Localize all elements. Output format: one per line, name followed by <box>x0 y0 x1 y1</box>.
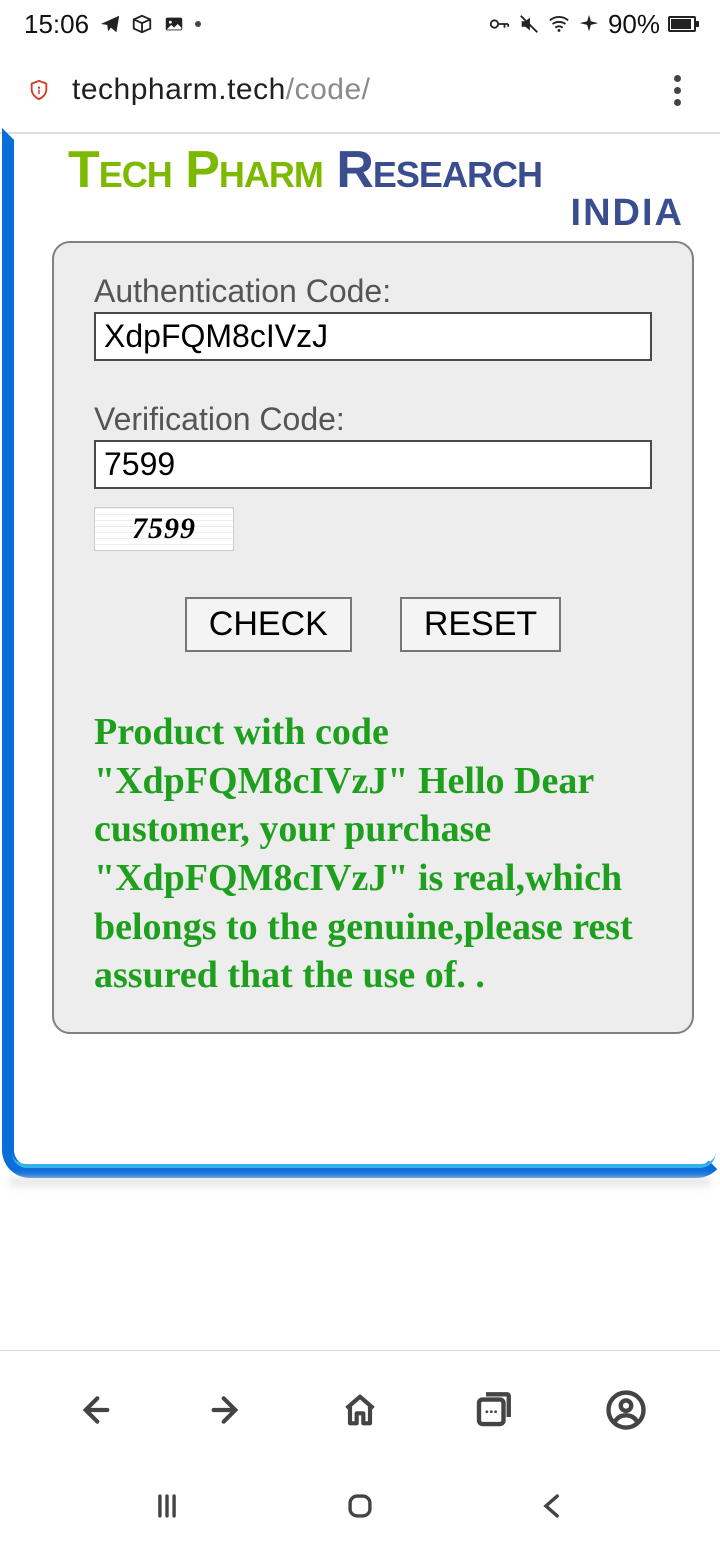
nav-home-button[interactable] <box>336 1386 384 1434</box>
nav-account-button[interactable] <box>602 1386 650 1434</box>
verification-panel: Authentication Code: Verification Code: … <box>52 241 694 1034</box>
url-path: /code/ <box>286 73 371 106</box>
mute-icon <box>518 13 540 35</box>
auth-code-label: Authentication Code: <box>94 273 652 310</box>
image-icon <box>163 13 185 35</box>
nav-back-button[interactable] <box>70 1386 118 1434</box>
status-right-group: 90% <box>488 9 696 40</box>
verification-result-message: Product with code "XdpFQM8cIVzJ" Hello D… <box>94 708 652 1004</box>
battery-icon <box>668 16 696 32</box>
verification-code-input[interactable] <box>94 440 652 489</box>
captcha-image: 7599 <box>94 507 234 551</box>
more-notifications-dot <box>195 21 201 27</box>
android-home-button[interactable] <box>336 1482 384 1530</box>
page-shadow <box>10 1178 710 1190</box>
android-recents-button[interactable] <box>143 1482 191 1530</box>
airplane-icon <box>578 13 600 35</box>
nav-forward-button[interactable] <box>203 1386 251 1434</box>
auth-code-input[interactable] <box>94 312 652 361</box>
telegram-icon <box>99 13 121 35</box>
android-status-bar: 15:06 90% <box>0 0 720 48</box>
package-icon <box>131 13 153 35</box>
url-text[interactable]: techpharm.tech/code/ <box>72 73 640 107</box>
url-domain: techpharm.tech <box>72 73 286 106</box>
browser-bottom-nav <box>0 1364 720 1456</box>
clock: 15:06 <box>24 9 89 40</box>
android-back-button[interactable] <box>529 1482 577 1530</box>
check-button[interactable]: CHECK <box>185 597 352 652</box>
browser-url-bar[interactable]: techpharm.tech/code/ <box>0 48 720 132</box>
android-nav-bar <box>0 1468 720 1544</box>
nav-tabs-button[interactable] <box>469 1386 517 1434</box>
browser-menu-button[interactable] <box>662 75 692 106</box>
reset-button[interactable]: RESET <box>400 597 561 652</box>
divider <box>0 1350 720 1351</box>
battery-percent: 90% <box>608 9 660 40</box>
verification-code-label: Verification Code: <box>94 401 652 438</box>
webpage-viewport: Tech Pharm Research INDIA Authentication… <box>0 132 720 1182</box>
brand-logo: Tech Pharm Research <box>24 134 710 200</box>
wifi-icon <box>548 13 570 35</box>
status-left-group: 15:06 <box>24 9 201 40</box>
vpn-key-icon <box>488 13 510 35</box>
not-secure-icon <box>28 79 50 101</box>
button-row: CHECK RESET <box>94 597 652 652</box>
